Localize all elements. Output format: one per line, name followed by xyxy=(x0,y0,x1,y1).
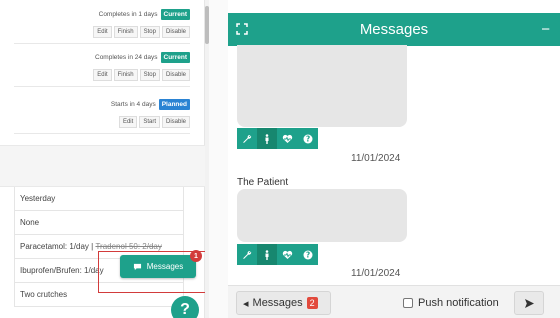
stop-button[interactable]: Stop xyxy=(139,26,160,38)
panel-title: Messages xyxy=(359,21,429,38)
finish-button[interactable]: Finish xyxy=(113,69,138,81)
push-notification-label: Push notification xyxy=(418,297,499,309)
row-struck-text: Tradenol 50: 2/day xyxy=(95,242,162,251)
row-text: None xyxy=(20,218,40,227)
svg-text:?: ? xyxy=(306,134,310,143)
edit-button[interactable]: Edit xyxy=(93,69,112,81)
item-timing: Completes in 24 days xyxy=(95,53,158,61)
wrench-icon[interactable] xyxy=(237,244,257,265)
help-button[interactable]: ? xyxy=(171,296,199,318)
row-text: Ibuprofen/Brufen: 1/day xyxy=(20,266,104,275)
push-notification-checkbox[interactable] xyxy=(403,298,413,308)
item-timing: Starts in 4 days xyxy=(110,100,156,108)
section-divider xyxy=(0,145,205,187)
heart-pulse-icon[interactable] xyxy=(277,128,298,149)
edit-button[interactable]: Edit xyxy=(118,116,138,128)
unread-count-badge: 1 xyxy=(190,250,202,262)
chevron-left-icon: ◂ xyxy=(243,297,249,310)
question-icon[interactable]: ? xyxy=(298,128,318,149)
row-text: Two crutches xyxy=(20,290,68,299)
stop-button[interactable]: Stop xyxy=(139,69,160,81)
panel-footer: ◂ Messages 2 Push notification xyxy=(228,285,560,318)
message-author: The Patient xyxy=(237,177,289,188)
status-badge: Current xyxy=(160,51,190,63)
row-text: Yesterday xyxy=(20,194,56,203)
disable-button[interactable]: Disable xyxy=(161,116,190,128)
status-badge: Planned xyxy=(158,98,190,110)
heart-pulse-icon[interactable] xyxy=(277,244,298,265)
send-button[interactable] xyxy=(514,291,544,315)
figure-icon[interactable] xyxy=(257,128,277,149)
chat-icon xyxy=(133,263,141,270)
open-messages-button[interactable]: Messages xyxy=(120,255,196,278)
message-date: 11/01/2024 xyxy=(351,268,401,279)
finish-button[interactable]: Finish xyxy=(113,26,138,38)
messages-panel: Messages − ? 11/01/2024 The Patient ? 11… xyxy=(228,0,560,318)
disable-button[interactable]: Disable xyxy=(161,26,190,38)
send-icon xyxy=(524,298,534,308)
item-timing: Completes in 1 days xyxy=(98,10,158,18)
care-plan-item: Completes in 1 days Current Edit Finish … xyxy=(14,8,190,44)
panel-header: Messages − xyxy=(228,13,560,46)
table-row: Yesterday xyxy=(15,187,183,211)
question-icon[interactable]: ? xyxy=(298,244,318,265)
row-text: Paracetamol: 1/day | xyxy=(20,242,96,251)
message-count-badge: 2 xyxy=(306,297,318,309)
back-label: Messages xyxy=(252,297,303,309)
message-date: 11/01/2024 xyxy=(351,153,401,164)
wrench-icon[interactable] xyxy=(237,128,257,149)
pane-gutter xyxy=(209,0,228,318)
care-plan-item: Completes in 24 days Current Edit Finish… xyxy=(14,51,190,87)
message-toolbar: ? xyxy=(237,128,318,149)
status-badge: Current xyxy=(160,8,190,20)
start-button[interactable]: Start xyxy=(139,116,160,128)
message-bubble xyxy=(237,189,407,242)
disable-button[interactable]: Disable xyxy=(161,69,190,81)
push-notification-toggle[interactable]: Push notification xyxy=(403,297,499,309)
edit-button[interactable]: Edit xyxy=(93,26,112,38)
table-row: None xyxy=(15,211,183,235)
app-root: Completes in 1 days Current Edit Finish … xyxy=(0,0,560,318)
message-toolbar: ? xyxy=(237,244,318,265)
minimize-button[interactable]: − xyxy=(541,21,550,38)
figure-icon[interactable] xyxy=(257,244,277,265)
care-plan-pane: Completes in 1 days Current Edit Finish … xyxy=(0,0,208,318)
svg-text:?: ? xyxy=(306,250,310,259)
open-messages-label: Messages xyxy=(146,262,184,271)
message-bubble xyxy=(237,45,407,127)
back-to-messages-button[interactable]: ◂ Messages 2 xyxy=(236,291,331,315)
care-plan-item: Starts in 4 days Planned Edit Start Disa… xyxy=(14,98,190,134)
